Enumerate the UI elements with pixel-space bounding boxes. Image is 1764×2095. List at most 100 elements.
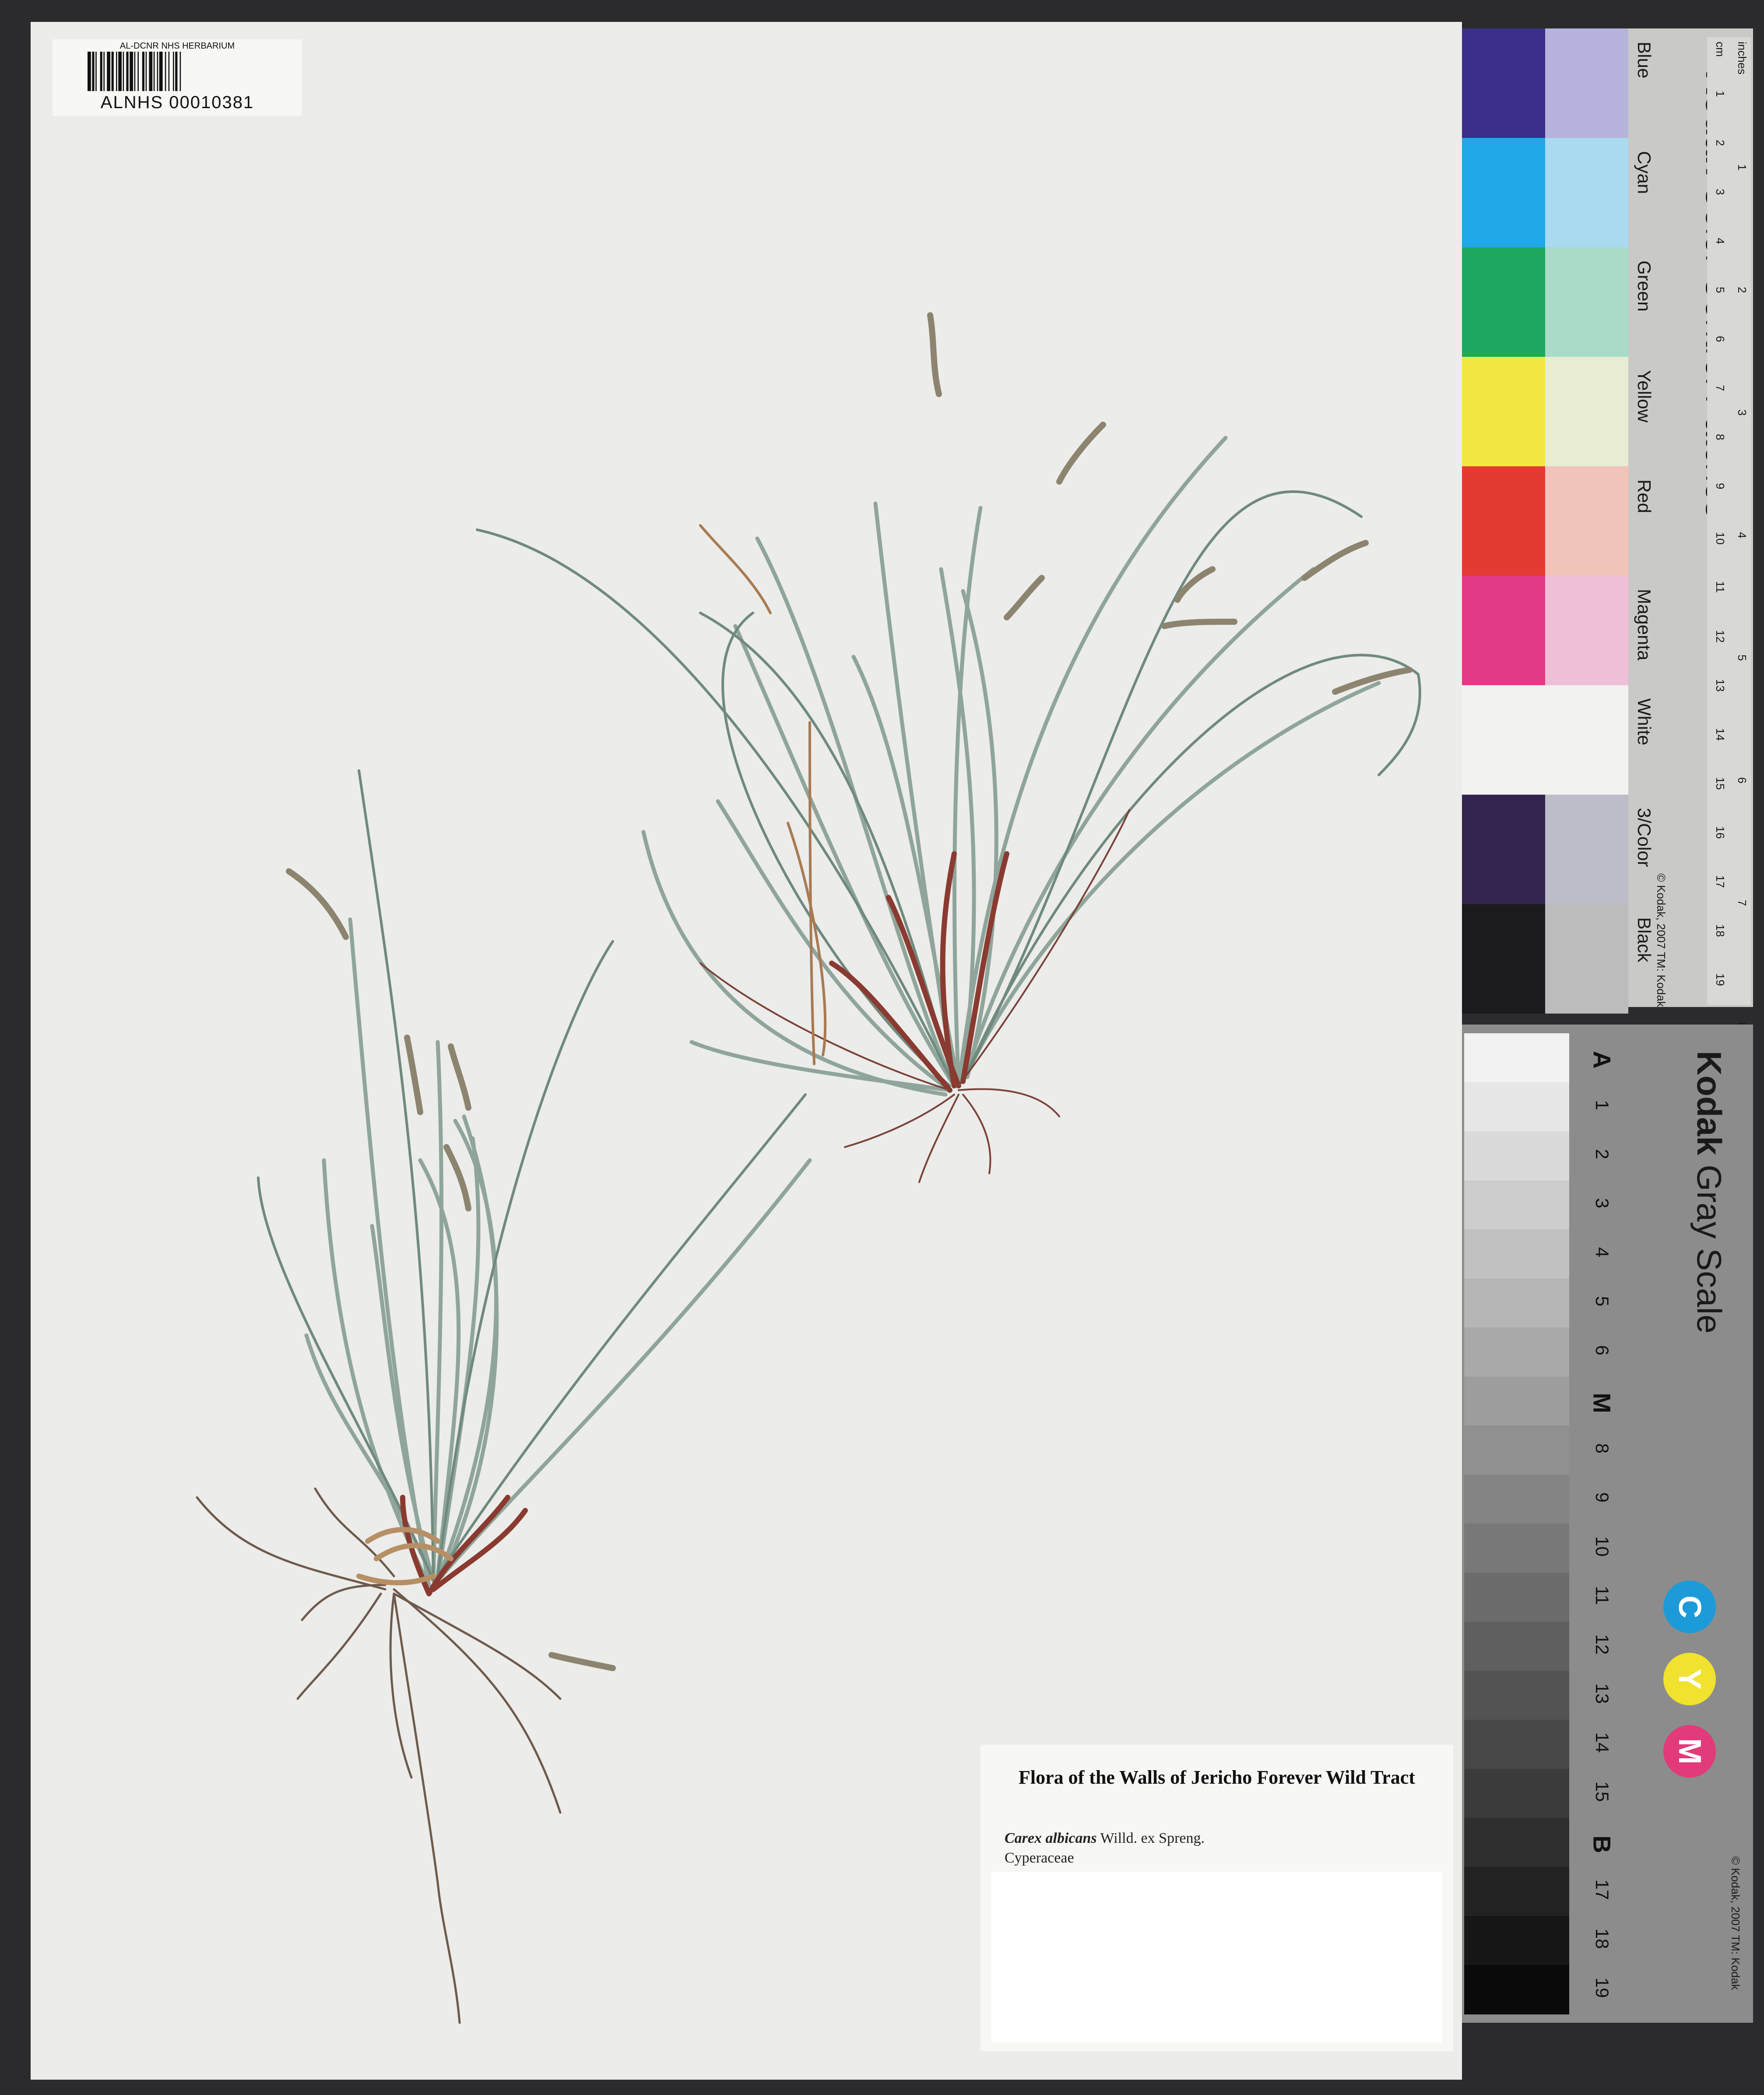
gray-step-label: 2	[1592, 1149, 1613, 1159]
gray-step	[1464, 1622, 1569, 1671]
gray-step-label: 8	[1592, 1443, 1613, 1454]
gray-step	[1464, 1720, 1569, 1769]
color-patch-green	[1462, 247, 1545, 357]
gray-step-label: 15	[1592, 1781, 1613, 1802]
label-blank-area	[991, 1872, 1442, 2042]
ruler-inch-label: 6	[1736, 777, 1749, 784]
gray-step	[1464, 1524, 1569, 1573]
ruler-inch-label: 4	[1736, 532, 1749, 539]
specimen-image: AL-DCNR NHS HERBARIUM ALNHS 00010381 Flo…	[0, 0, 1764, 2095]
ruler-cm-label: 19	[1714, 973, 1727, 986]
ruler-inch-label: 2	[1736, 287, 1749, 293]
color-patch-light-blue	[1545, 28, 1628, 138]
gray-step-label: 1	[1592, 1100, 1613, 1110]
color-patch-label: Green	[1634, 261, 1655, 312]
ruler-inch-label: 1	[1736, 164, 1749, 171]
gray-step	[1464, 1229, 1569, 1279]
ruler-cm-label: 4	[1714, 238, 1727, 244]
cym-circle-c: C	[1663, 1581, 1716, 1633]
color-patch-yellow	[1462, 357, 1545, 466]
color-patch-black	[1462, 904, 1545, 1014]
ruler-cm-label: 7	[1714, 385, 1727, 391]
gray-step	[1464, 1916, 1569, 1965]
gray-step	[1464, 1818, 1569, 1867]
gray-step	[1464, 1131, 1569, 1181]
gray-step	[1464, 1278, 1569, 1328]
gray-steps	[1464, 1033, 1569, 2014]
ruler-cm-label: 17	[1714, 875, 1727, 888]
ruler-inch-label: 3	[1736, 409, 1749, 416]
color-patch-light-yellow	[1545, 357, 1628, 466]
cym-letter: M	[1672, 1738, 1707, 1764]
color-patch-3-color	[1462, 795, 1545, 904]
gray-step-label: 12	[1592, 1634, 1613, 1655]
gray-step	[1464, 1082, 1569, 1132]
gray-step	[1464, 1573, 1569, 1622]
gray-step-label: M	[1588, 1393, 1616, 1413]
ruler-cm-label: 12	[1714, 630, 1727, 643]
color-patch-magenta	[1462, 576, 1545, 685]
color-patch-label: 3/Color	[1634, 808, 1655, 867]
color-patch-white	[1462, 685, 1545, 795]
ruler-cm-label: 5	[1714, 287, 1727, 293]
color-patch-label: Magenta	[1634, 589, 1655, 661]
gray-step	[1464, 1867, 1569, 1916]
color-patch-blue	[1462, 28, 1545, 138]
color-patch-label: Black	[1634, 917, 1655, 962]
label-taxon: Carex albicans Willd. ex Spreng.	[1005, 1830, 1205, 1847]
gray-step-label: 3	[1592, 1198, 1613, 1208]
ruler-inch-label: 7	[1736, 900, 1749, 906]
gray-step-label: 11	[1592, 1586, 1613, 1605]
gray-step	[1464, 1965, 1569, 2014]
gray-step-label: 19	[1592, 1977, 1613, 1998]
species-name: Carex albicans	[1005, 1830, 1097, 1846]
color-patch-label: White	[1634, 698, 1655, 746]
gray-step-label: 14	[1592, 1732, 1613, 1753]
gray-step	[1464, 1033, 1569, 1083]
ruler-cm-label: 14	[1714, 728, 1727, 741]
ruler-cm-label: 18	[1714, 924, 1727, 937]
color-control-card: Kodak Color Control Patches © Kodak, 200…	[1462, 28, 1753, 1028]
gray-step-label: 10	[1592, 1536, 1613, 1557]
ruler-cm-label: 1	[1714, 91, 1727, 97]
gray-step-label: 17	[1592, 1879, 1613, 1900]
color-patch-light-green	[1545, 247, 1628, 357]
gray-card-title: Kodak Gray Scale	[1689, 1051, 1729, 1334]
color-patch-label: Yellow	[1634, 370, 1655, 423]
ruler-cm-label: 9	[1714, 483, 1727, 489]
color-patch-label: Red	[1634, 479, 1655, 514]
gray-step-label: 6	[1592, 1345, 1613, 1356]
gray-card-brand: Kodak	[1690, 1051, 1729, 1155]
ruler-cm-label: 11	[1714, 581, 1727, 593]
color-card-copyright: © Kodak, 2007 TM: Kodak	[1655, 873, 1668, 1007]
color-patch-cyan	[1462, 138, 1545, 247]
ruler-cm-label: 13	[1714, 679, 1727, 692]
ruler-cm-label: 3	[1714, 189, 1727, 195]
ruler-cm-label: 10	[1714, 532, 1727, 545]
ruler-cm-label: 15	[1714, 777, 1727, 790]
gray-card-copyright: © Kodak, 2007 TM: Kodak	[1729, 1856, 1742, 1990]
gray-step	[1464, 1327, 1569, 1377]
ruler-cm-label: cm	[1714, 42, 1727, 57]
color-patch-light-cyan	[1545, 138, 1628, 247]
color-patch-red	[1462, 466, 1545, 576]
gray-step	[1464, 1671, 1569, 1720]
gray-card-title-text: Gray Scale	[1690, 1165, 1729, 1334]
gray-scale-card: Kodak Gray Scale © Kodak, 2007 TM: Kodak	[1462, 1025, 1753, 2023]
cym-letter: Y	[1672, 1668, 1707, 1690]
color-patch-label: Cyan	[1634, 151, 1655, 194]
label-title: Flora of the Walls of Jericho Forever Wi…	[1019, 1767, 1415, 1788]
gray-step-label: 5	[1592, 1296, 1613, 1306]
gray-step-label: 13	[1592, 1683, 1613, 1704]
color-patch-light-white	[1545, 685, 1628, 795]
gray-step-label: 18	[1592, 1928, 1613, 1949]
specimen-label: Flora of the Walls of Jericho Forever Wi…	[980, 1745, 1453, 2051]
color-card-ruler: cm 1 2 3 4 5 6 7 8 9 10 11 12 13 14 15 16 17 18 19 inches 1 2 3…	[1707, 37, 1751, 1028]
gray-step	[1464, 1475, 1569, 1524]
ruler-cm-label: 6	[1714, 336, 1727, 342]
gray-step-label: 9	[1592, 1492, 1613, 1503]
ruler-inch-label: 5	[1736, 655, 1749, 661]
cym-circle-y: Y	[1663, 1653, 1716, 1705]
color-patch-light-magenta	[1545, 576, 1628, 685]
gray-step-label: A	[1588, 1051, 1616, 1069]
